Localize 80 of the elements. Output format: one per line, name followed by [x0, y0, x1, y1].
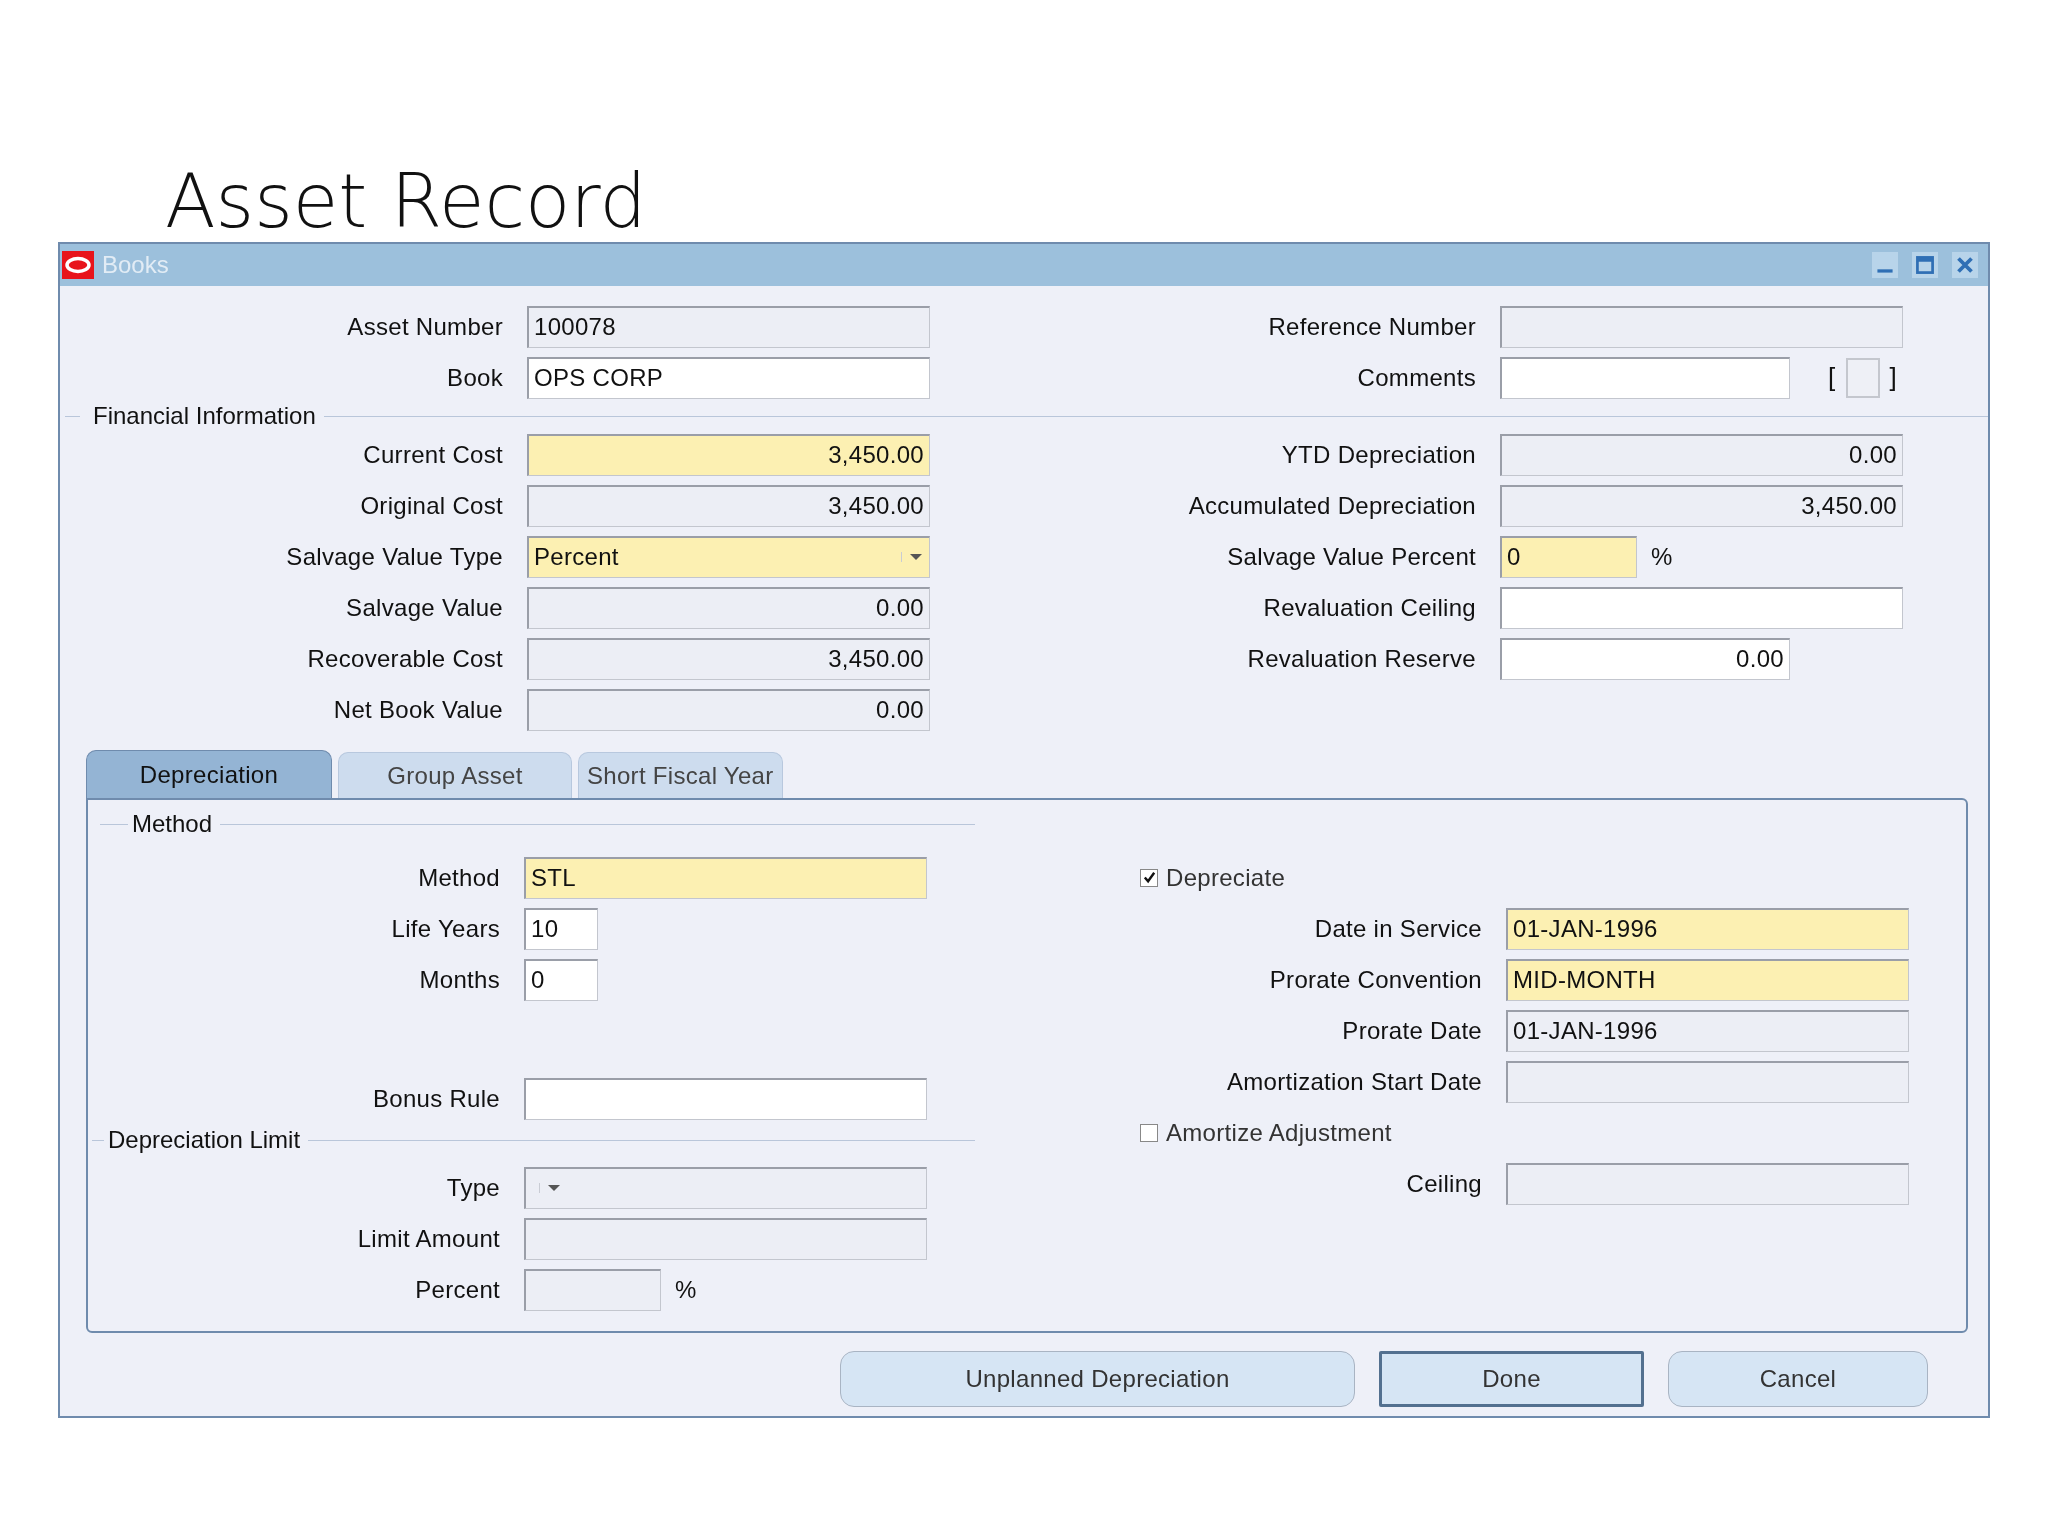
dialog-button[interactable]: Done: [1379, 1351, 1644, 1407]
field-label: Asset Number: [346, 312, 503, 341]
input-field[interactable]: [524, 1217, 927, 1260]
app-logo-icon: [62, 251, 94, 279]
input-field[interactable]: [1506, 1060, 1909, 1103]
unit-label: %: [1651, 542, 1673, 571]
input-field[interactable]: 0.00: [527, 586, 930, 629]
field-label: Reference Number: [1267, 312, 1476, 341]
field-label: Book: [446, 363, 503, 392]
tab[interactable]: Group Asset: [338, 752, 572, 798]
checkbox[interactable]: [1140, 1123, 1158, 1142]
checkbox-label: Depreciate: [1166, 863, 1286, 892]
field-label: Recoverable Cost: [306, 644, 503, 673]
input-field[interactable]: 3,450.00: [527, 637, 930, 680]
input-field[interactable]: 3,450.00: [527, 484, 930, 527]
field-label: Current Cost: [362, 440, 503, 469]
field-label: Percent: [414, 1275, 500, 1304]
input-field[interactable]: [524, 1077, 927, 1120]
input-field[interactable]: 0.00: [527, 688, 930, 731]
field-label: Prorate Convention: [1268, 965, 1482, 994]
field-label: Prorate Date: [1341, 1016, 1482, 1045]
dropdown-field[interactable]: [524, 1166, 927, 1209]
field-label: Date in Service: [1313, 914, 1482, 943]
tab[interactable]: Short Fiscal Year: [578, 752, 783, 798]
field-label: Salvage Value: [345, 593, 503, 622]
field-label: Revaluation Reserve: [1246, 644, 1476, 673]
field-label: Limit Amount: [356, 1224, 500, 1253]
input-field[interactable]: [1500, 586, 1903, 629]
field-label: Life Years: [390, 914, 500, 943]
minimize-icon[interactable]: [1872, 252, 1898, 278]
maximize-icon[interactable]: [1912, 252, 1938, 278]
input-field[interactable]: OPS CORP: [527, 356, 930, 399]
input-field[interactable]: MID-MONTH: [1506, 958, 1909, 1001]
input-field[interactable]: [524, 1268, 661, 1311]
bracket: [: [1828, 362, 1836, 393]
input-field[interactable]: [1500, 305, 1903, 348]
field-label: Amortization Start Date: [1226, 1067, 1482, 1096]
unit-label: %: [675, 1275, 697, 1304]
input-field[interactable]: 0: [1500, 535, 1637, 578]
field-label: Accumulated Depreciation: [1187, 491, 1476, 520]
input-field[interactable]: 0: [524, 958, 598, 1001]
field-label: Bonus Rule: [371, 1084, 500, 1113]
close-icon[interactable]: [1952, 252, 1978, 278]
field-label: Salvage Value Percent: [1226, 542, 1476, 571]
input-field[interactable]: [1506, 1162, 1909, 1205]
input-field[interactable]: 3,450.00: [527, 433, 930, 476]
input-field[interactable]: 100078: [527, 305, 930, 348]
field-label: Months: [418, 965, 500, 994]
field-label: Net Book Value: [332, 695, 503, 724]
field-label: Type: [445, 1173, 500, 1202]
section-title: Financial Information: [93, 402, 316, 430]
input-field[interactable]: 3,450.00: [1500, 484, 1903, 527]
caret-icon: [901, 552, 924, 562]
checkbox-label: Amortize Adjustment: [1166, 1118, 1392, 1147]
input-field[interactable]: 01-JAN-1996: [1506, 1009, 1909, 1052]
field-label: Salvage Value Type: [285, 542, 503, 571]
bracket: ]: [1889, 362, 1898, 393]
dialog-button[interactable]: Unplanned Depreciation: [840, 1351, 1355, 1407]
field-label: Revaluation Ceiling: [1262, 593, 1476, 622]
input-field[interactable]: STL: [524, 856, 927, 899]
dialog-button[interactable]: Cancel: [1668, 1351, 1928, 1407]
flexfield-box[interactable]: [1845, 357, 1880, 398]
field-label: Method: [417, 863, 500, 892]
tab[interactable]: Depreciation: [86, 750, 332, 798]
input-field[interactable]: [1500, 356, 1790, 399]
slide-title: Asset Record: [165, 160, 647, 242]
section-title: Depreciation Limit: [108, 1126, 301, 1154]
input-field[interactable]: 01-JAN-1996: [1506, 907, 1909, 950]
field-label: Original Cost: [359, 491, 503, 520]
input-field[interactable]: 10: [524, 907, 598, 950]
caret-icon: [539, 1183, 562, 1193]
window-title: Books: [102, 251, 169, 279]
input-field[interactable]: 0.00: [1500, 637, 1790, 680]
field-label: Comments: [1356, 363, 1476, 392]
section-title: Method: [132, 810, 213, 838]
field-label: YTD Depreciation: [1280, 440, 1476, 469]
input-field[interactable]: 0.00: [1500, 433, 1903, 476]
field-label: Ceiling: [1405, 1169, 1482, 1198]
checkbox[interactable]: [1140, 868, 1158, 887]
dropdown-field[interactable]: Percent: [527, 535, 930, 578]
